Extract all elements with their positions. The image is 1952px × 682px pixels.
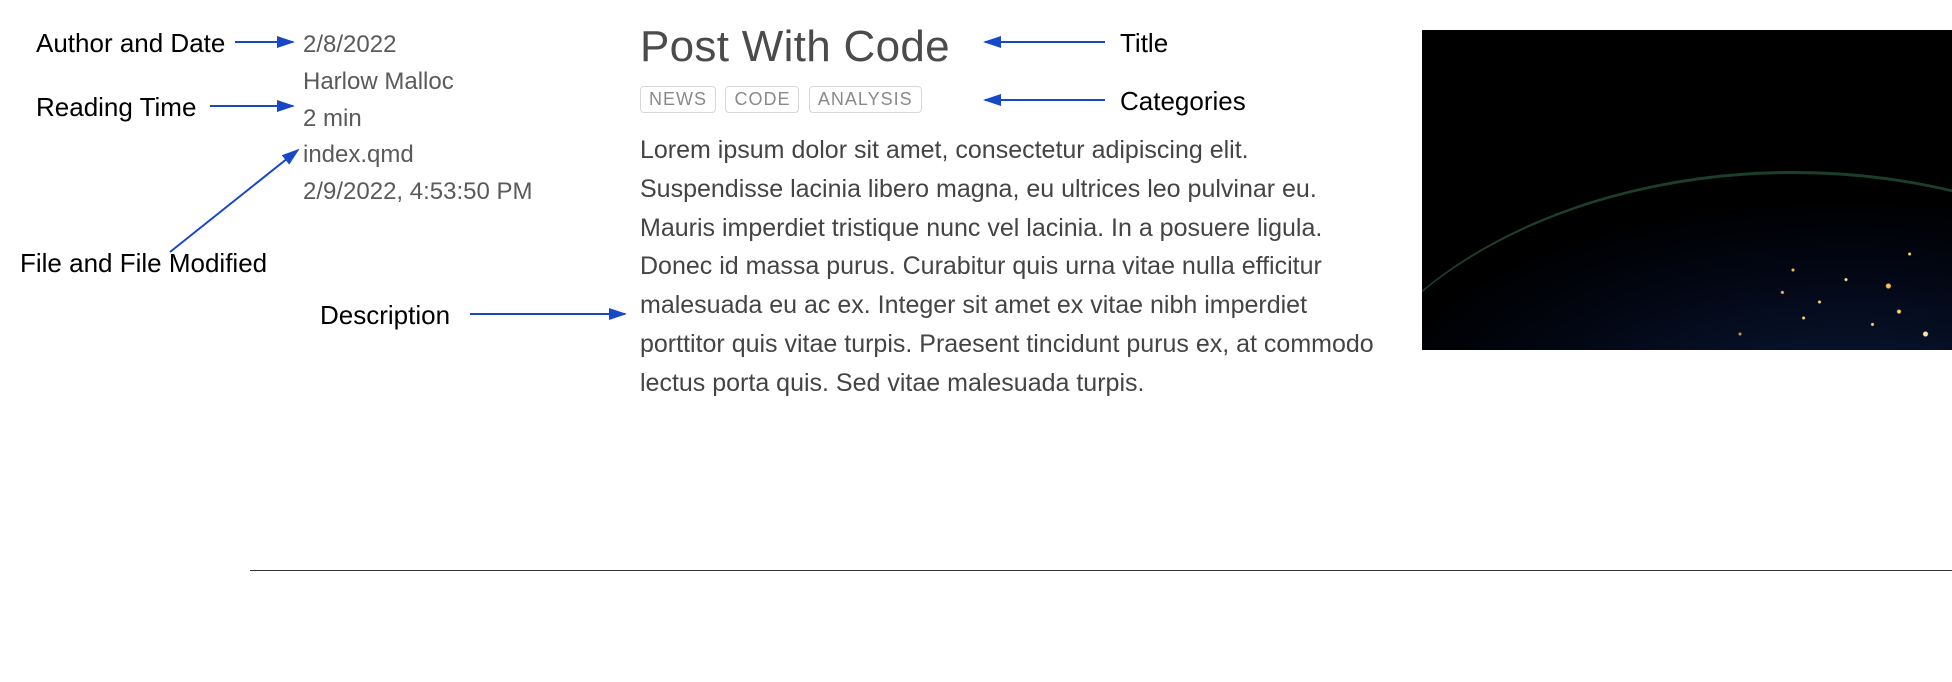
annotation-reading-time: Reading Time — [36, 92, 196, 123]
divider — [250, 570, 1952, 571]
post-author: Harlow Malloc — [303, 65, 603, 100]
post-filename: index.qmd — [303, 138, 603, 173]
post-description: Lorem ipsum dolor sit amet, consectetur … — [640, 131, 1380, 402]
post-metadata: 2/8/2022 Harlow Malloc 2 min index.qmd 2… — [303, 28, 603, 212]
annotation-author-date: Author and Date — [36, 28, 225, 59]
annotation-file-modified: File and File Modified — [20, 248, 267, 279]
post-modified: 2/9/2022, 4:53:50 PM — [303, 175, 603, 210]
post-categories: NEWS CODE ANALYSIS — [640, 86, 1380, 113]
earth-limb-decoration — [1422, 171, 1952, 350]
category-badge[interactable]: ANALYSIS — [809, 86, 922, 113]
post-title[interactable]: Post With Code — [640, 22, 1380, 72]
category-badge[interactable]: CODE — [725, 86, 799, 113]
post-date: 2/8/2022 — [303, 28, 603, 63]
category-badge[interactable]: NEWS — [640, 86, 716, 113]
post-reading-time: 2 min — [303, 102, 603, 137]
post-thumbnail[interactable] — [1422, 30, 1952, 350]
post: Post With Code NEWS CODE ANALYSIS Lorem … — [640, 22, 1380, 402]
annotation-description: Description — [320, 300, 450, 331]
